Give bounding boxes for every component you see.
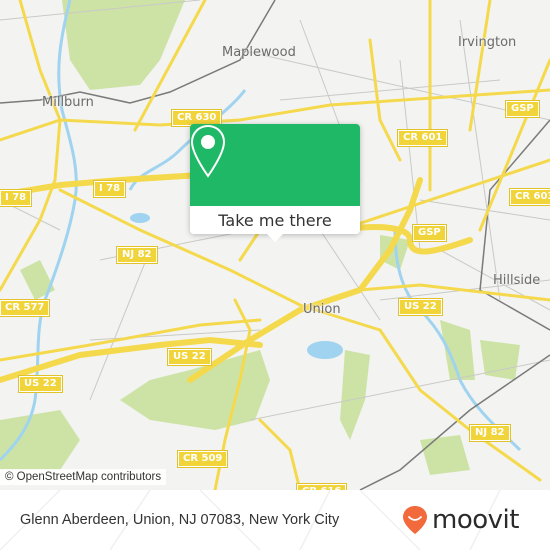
road-shield-cr603: CR 603 (508, 188, 550, 206)
popup-header (190, 124, 360, 206)
place-label-maplewood: Maplewood (222, 45, 296, 60)
map-canvas[interactable]: Maplewood Irvington Millburn Hillside Un… (0, 0, 550, 490)
moovit-logo-text: moovit (432, 505, 519, 535)
road-shield-us22: US 22 (18, 375, 63, 393)
footer: Glenn Aberdeen, Union, NJ 07083, New Yor… (0, 490, 550, 550)
road-shield-cr601: CR 601 (396, 129, 449, 147)
road-shield-nj82: NJ 82 (116, 246, 158, 264)
road-shield-cr577: CR 577 (0, 299, 51, 317)
moovit-logo[interactable]: moovit (402, 505, 519, 535)
road-shield-us22: US 22 (167, 348, 212, 366)
take-me-there-button[interactable]: Take me there (190, 206, 360, 234)
popup-tail (266, 233, 284, 242)
place-label-union: Union (303, 302, 341, 317)
map-layer (0, 0, 550, 490)
road-shield-gsp: GSP (412, 224, 447, 242)
road-shield-gsp: GSP (505, 100, 540, 118)
road-shield-us22: US 22 (398, 298, 443, 316)
road-shield-i78: I 78 (92, 180, 127, 198)
moovit-smile-pin-icon (403, 506, 427, 534)
map-attribution[interactable]: © OpenStreetMap contributors (0, 469, 167, 485)
location-popup: Take me there (190, 124, 360, 242)
road-shield-nj82: NJ 82 (469, 424, 511, 442)
place-label-millburn: Millburn (42, 95, 94, 110)
map-pin-icon (190, 124, 226, 178)
road-shield-cr509: CR 509 (176, 450, 229, 468)
address-text: Glenn Aberdeen, Union, NJ 07083, New Yor… (20, 512, 340, 528)
road-shield-i78: I 78 (0, 189, 33, 207)
place-label-hillside: Hillside (493, 273, 541, 288)
place-label-irvington: Irvington (458, 35, 517, 50)
